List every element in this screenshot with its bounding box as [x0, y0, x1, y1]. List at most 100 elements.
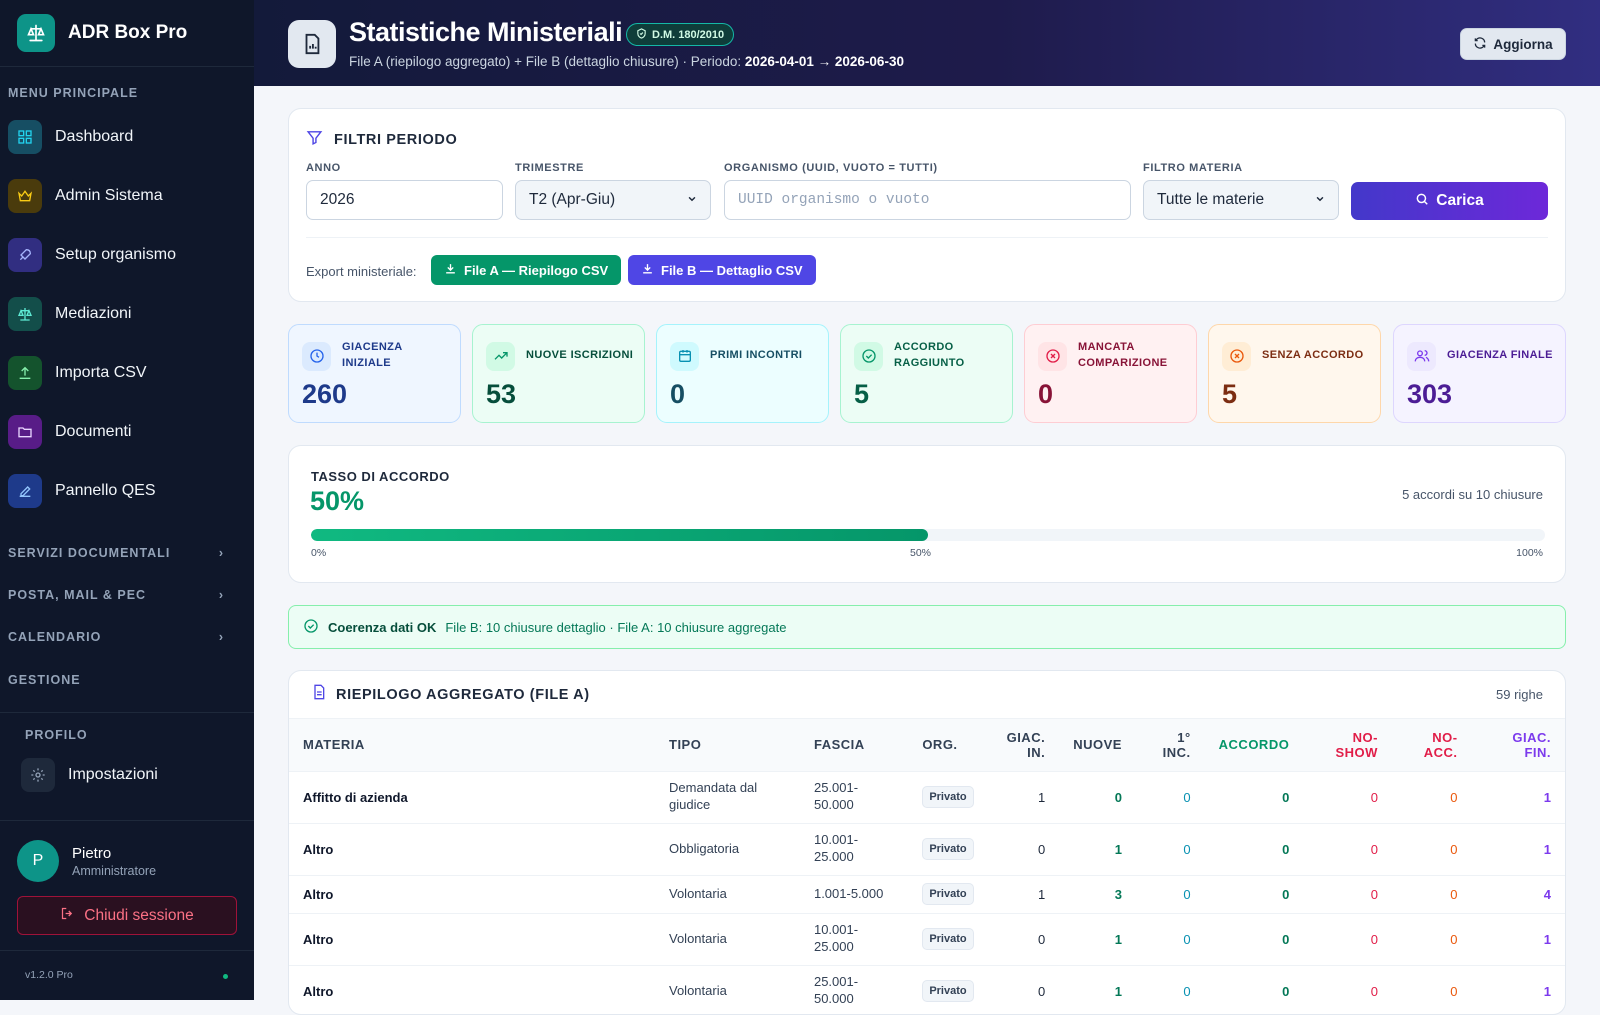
badge-text: D.M. 180/2010 — [652, 28, 725, 41]
summary-table: MATERIA TIPO FASCIA ORG. GIAC. IN. NUOVE… — [289, 719, 1565, 1014]
table-row[interactable]: Affitto di azienda Demandata dal giudice 2… — [289, 770, 1565, 823]
table-row[interactable]: Altro Volontaria 10.001-25.000 Privato 0 1 0 0 0… — [289, 912, 1565, 965]
load-button[interactable]: Carica — [1351, 182, 1548, 220]
table-row[interactable]: Altro Volontaria 1.001-5.000 Privato 1 3 0 0 0 0 4 — [289, 874, 1565, 913]
brand[interactable]: ADR Box Pro — [0, 0, 254, 67]
cell-org: Privato — [908, 770, 989, 823]
cell-accordo: 0 — [1204, 822, 1304, 875]
organismo-label: ORGANISMO (UUID, VUOTO = TUTTI) — [724, 162, 938, 174]
column-header-no-show[interactable]: NO-SHOW — [1303, 719, 1392, 771]
column-header-no-acc[interactable]: NO-ACC. — [1392, 719, 1472, 771]
org-badge: Privato — [922, 928, 974, 950]
sidebar-item-label: Admin Sistema — [55, 187, 163, 204]
stat-label: NUOVE ISCRIZIONI — [526, 349, 634, 362]
dm-badge: D.M. 180/2010 — [626, 23, 735, 46]
app-name: ADR Box Pro — [68, 22, 188, 43]
cell-primo-inc: 0 — [1135, 874, 1205, 913]
menu-section-title: MENU PRINCIPALE — [8, 86, 139, 100]
column-header-materia[interactable]: MATERIA — [289, 719, 655, 771]
cell-org: Privato — [908, 964, 989, 1014]
grid-icon — [8, 120, 42, 154]
document-chart-icon — [288, 20, 336, 68]
column-header-giac-fin[interactable]: GIAC. FIN. — [1472, 719, 1565, 771]
cell-tipo: Obbligatoria — [655, 822, 800, 875]
cell-accordo: 0 — [1204, 770, 1304, 823]
refresh-button[interactable]: Aggiorna — [1460, 28, 1566, 60]
column-header-org[interactable]: ORG. — [908, 719, 988, 771]
column-header-tipo[interactable]: TIPO — [655, 719, 800, 771]
table-title: RIEPILOGO AGGREGATO (FILE A) — [336, 686, 590, 703]
cell-giac-fin: 1 — [1471, 770, 1565, 823]
cell-nuove: 1 — [1059, 964, 1136, 1014]
group-posta[interactable]: POSTA, MAIL & PEC › — [0, 588, 254, 602]
group-servizi-documentali[interactable]: SERVIZI DOCUMENTALI › — [0, 546, 254, 560]
filters-card: FILTRI PERIODO ANNO 2026 TRIMESTRE T2 (A… — [288, 108, 1566, 302]
sidebar-item-label: Dashboard — [55, 128, 134, 145]
cell-tipo: Demandata dal giudice — [655, 770, 800, 823]
file-b-export-button[interactable]: File B — Dettaglio CSV — [628, 255, 816, 285]
row-count: 59 righe — [1496, 687, 1543, 702]
profile-section-title: PROFILO — [25, 728, 88, 742]
cell-nuove: 3 — [1059, 874, 1136, 913]
scale-icon — [17, 14, 55, 52]
settings-link[interactable]: Impostazioni — [21, 758, 254, 792]
sidebar-item-dashboard[interactable]: Dashboard — [8, 118, 133, 156]
group-calendario[interactable]: CALENDARIO › — [0, 630, 254, 644]
organismo-input[interactable]: UUID organismo o vuoto — [724, 180, 1131, 220]
cell-fascia: 10.001-25.000 — [799, 822, 909, 875]
stat-value: 53 — [486, 379, 517, 409]
check-circle-icon — [854, 341, 883, 371]
filter-icon — [306, 129, 323, 151]
group-label: POSTA, MAIL & PEC — [8, 588, 147, 602]
table-row[interactable]: Altro Obbligatoria 10.001-25.000 Privato 0 1 0… — [289, 822, 1565, 875]
cell-no-show: 0 — [1303, 912, 1392, 965]
cell-nuove: 0 — [1059, 770, 1136, 823]
status-dot — [223, 974, 228, 979]
download-icon — [444, 262, 457, 278]
coherence-alert: Coerenza dati OK File B: 10 chiusure det… — [288, 605, 1566, 649]
user-section: P Pietro Amministratore Chiudi sessione — [0, 820, 254, 935]
sidebar-item-setup[interactable]: Setup organismo — [8, 236, 176, 274]
column-header-accordo[interactable]: ACCORDO — [1205, 719, 1304, 771]
stat-card-giacenza-finale: GIACENZA FINALE 303 — [1393, 324, 1566, 423]
logout-button[interactable]: Chiudi sessione — [17, 896, 237, 935]
x-circle-icon — [1222, 341, 1251, 371]
stat-label: ACCORDO RAGGIUNTO — [894, 341, 965, 369]
user-role: Amministratore — [72, 863, 157, 878]
coherence-title: Coerenza dati OK — [328, 619, 437, 635]
cell-no-acc: 0 — [1391, 964, 1472, 1014]
trimestre-value: T2 (Apr-Giu) — [529, 191, 616, 208]
rate-tick-100: 100% — [1516, 547, 1543, 559]
calendar-icon — [670, 341, 699, 371]
cell-accordo: 0 — [1204, 964, 1304, 1014]
column-header-fascia[interactable]: FASCIA — [800, 719, 908, 771]
table-row[interactable]: Altro Volontaria 25.001-50.000 Privato 0 1 0 0 0… — [289, 964, 1565, 1014]
sidebar-item-admin[interactable]: Admin Sistema — [8, 177, 163, 215]
chevron-right-icon: › — [218, 630, 224, 644]
coherence-text: File B: 10 chiusure dettaglio · File A: … — [445, 619, 787, 635]
materia-select[interactable]: Tutte le materie — [1143, 180, 1339, 220]
stat-card-primi-incontri: PRIMI INCONTRI 0 — [656, 324, 829, 423]
chevron-right-icon: › — [218, 588, 224, 602]
version-label: v1.2.0 Pro — [25, 969, 73, 981]
profile-section: PROFILO Impostazioni — [0, 712, 254, 792]
rate-tick-50: 50% — [910, 547, 932, 559]
cell-materia: Affitto di azienda — [289, 770, 655, 823]
trimestre-select[interactable]: T2 (Apr-Giu) — [515, 180, 711, 220]
summary-table-card: RIEPILOGO AGGREGATO (FILE A) 59 righe MA… — [288, 670, 1566, 1015]
anno-input[interactable]: 2026 — [306, 180, 503, 220]
column-header-primo-inc[interactable]: 1° INC. — [1136, 719, 1205, 771]
sidebar-item-importa-csv[interactable]: Importa CSV — [8, 354, 147, 392]
check-circle-icon — [303, 618, 319, 637]
column-header-nuove[interactable]: NUOVE — [1059, 719, 1136, 771]
logout-label: Chiudi sessione — [84, 906, 194, 924]
cell-giac-fin: 4 — [1471, 874, 1565, 913]
sidebar-item-mediazioni[interactable]: Mediazioni — [8, 295, 131, 333]
download-icon — [641, 262, 654, 278]
sidebar-item-documenti[interactable]: Documenti — [8, 413, 131, 451]
sidebar-item-label: Documenti — [55, 423, 132, 440]
sidebar-item-pannello-qes[interactable]: Pannello QES — [8, 472, 156, 510]
column-header-giac-in[interactable]: GIAC. IN. — [988, 719, 1059, 771]
chevron-right-icon: › — [218, 546, 224, 560]
file-a-export-button[interactable]: File A — Riepilogo CSV — [431, 255, 622, 285]
